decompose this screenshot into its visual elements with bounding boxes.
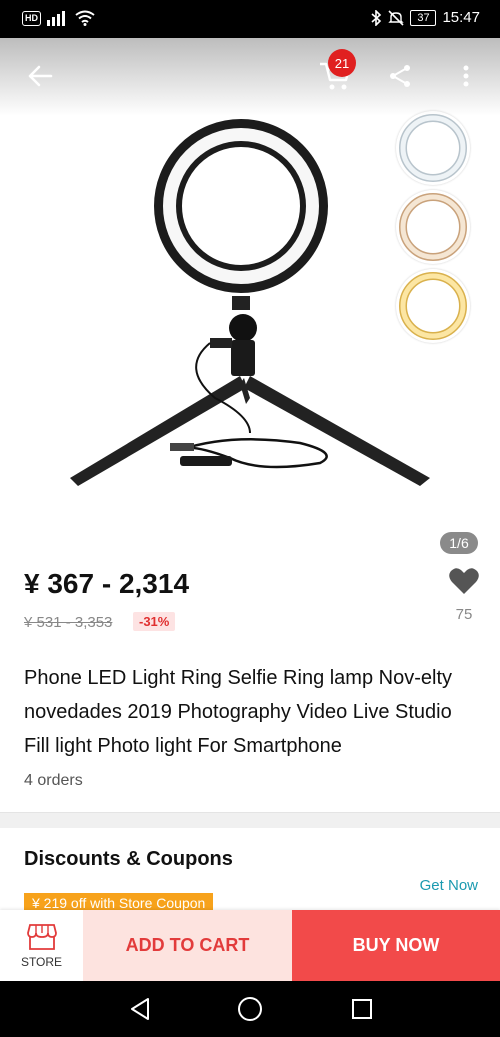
triangle-back-icon xyxy=(131,998,149,1020)
wifi-icon xyxy=(75,10,95,26)
section-divider xyxy=(0,812,500,828)
nav-recents-button[interactable] xyxy=(348,995,376,1023)
ring-white-thumb xyxy=(399,114,467,182)
mute-icon xyxy=(388,9,405,26)
store-label: STORE xyxy=(20,954,63,969)
add-to-cart-button[interactable]: ADD TO CART xyxy=(83,910,292,981)
back-arrow-icon xyxy=(28,65,53,87)
back-button[interactable] xyxy=(24,60,56,92)
clock: 15:47 xyxy=(442,9,480,26)
store-icon xyxy=(26,923,57,950)
bluetooth-icon xyxy=(371,9,382,26)
discounts-section-title: Discounts & Coupons xyxy=(24,848,233,870)
discount-badge: -31% xyxy=(133,612,176,631)
signal-icon xyxy=(47,11,65,26)
nav-home-button[interactable] xyxy=(236,995,264,1023)
action-bar: STORE ADD TO CART BUY NOW xyxy=(0,910,500,981)
variant-thumb-warm[interactable] xyxy=(396,190,470,264)
original-price: ¥ 531 - 3,353 xyxy=(24,614,113,631)
ring-yellow-thumb xyxy=(399,272,467,340)
price-range: ¥ 367 - 2,314 xyxy=(24,568,190,599)
ring-warm-thumb xyxy=(399,193,467,261)
wishlist-count: 75 xyxy=(455,606,473,623)
image-pager: 1/6 xyxy=(440,532,478,554)
cart-count-badge: 21 xyxy=(328,49,356,77)
get-now-link[interactable]: Get Now xyxy=(420,877,478,894)
wishlist-button[interactable] xyxy=(448,566,480,596)
system-nav-bar xyxy=(0,981,500,1037)
store-button[interactable]: STORE xyxy=(0,910,83,981)
buy-now-button[interactable]: BUY NOW xyxy=(292,910,500,981)
nav-back-button[interactable] xyxy=(126,995,154,1023)
circle-home-icon xyxy=(238,997,262,1021)
variant-thumb-yellow[interactable] xyxy=(396,269,470,343)
order-count: 4 orders xyxy=(24,772,83,789)
share-icon xyxy=(390,65,410,87)
product-title: Phone LED Light Ring Selfie Ring lamp No… xyxy=(24,667,452,757)
network-type: HD xyxy=(22,10,41,26)
share-button[interactable] xyxy=(386,62,414,90)
more-options-button[interactable] xyxy=(456,62,476,90)
square-recents-icon xyxy=(352,999,372,1019)
battery-indicator: 37 xyxy=(410,9,437,26)
variant-thumb-white[interactable] xyxy=(396,111,470,185)
more-vertical-icon xyxy=(463,65,469,87)
status-bar: HD 37 15:47 xyxy=(0,0,500,38)
heart-icon xyxy=(449,568,479,594)
header-bar xyxy=(0,38,500,116)
